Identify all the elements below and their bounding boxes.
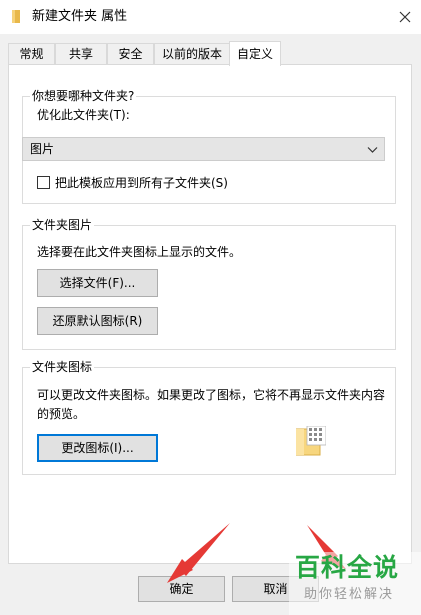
folder-icon xyxy=(12,10,20,23)
close-button[interactable] xyxy=(389,0,421,34)
ok-button[interactable]: 确定 xyxy=(138,576,225,602)
change-icon-button[interactable]: 更改图标(I)... xyxy=(37,434,158,462)
restore-default-button[interactable]: 还原默认图标(R) xyxy=(37,307,158,335)
folder-type-select[interactable]: 图片 xyxy=(22,137,385,161)
tab-general[interactable]: 常规 xyxy=(8,43,55,64)
folder-icon-description: 可以更改文件夹图标。如果更改了图标，它将不再显示文件夹内容的预览。 xyxy=(37,388,386,421)
watermark: 百科全说 助你轻松解决 xyxy=(289,552,421,615)
title-bar[interactable]: 新建文件夹 属性 xyxy=(0,0,421,34)
window-title: 新建文件夹 属性 xyxy=(32,9,128,24)
choose-file-button[interactable]: 选择文件(F)... xyxy=(37,269,158,297)
apply-subfolders-label[interactable]: 把此模板应用到所有子文件夹(S) xyxy=(55,175,228,191)
tab-customize[interactable]: 自定义 xyxy=(229,41,281,66)
close-icon xyxy=(399,11,411,23)
folder-picture-group-title: 文件夹图片 xyxy=(30,217,95,233)
folder-type-group-title: 你想要哪种文件夹? xyxy=(30,88,137,104)
tab-previous-versions[interactable]: 以前的版本 xyxy=(154,43,230,64)
apply-subfolders-checkbox[interactable] xyxy=(37,176,50,189)
tab-security[interactable]: 安全 xyxy=(107,43,154,64)
optimize-label: 优化此文件夹(T): xyxy=(37,108,130,122)
folder-type-selected: 图片 xyxy=(30,142,55,156)
folder-preview-icon xyxy=(296,426,326,456)
watermark-slogan: 助你轻松解决 xyxy=(304,587,395,602)
properties-dialog: 新建文件夹 属性 常规 共享 安全 以前的版本 自定义 你想要哪种文件夹? 优化… xyxy=(0,0,421,615)
chevron-down-icon xyxy=(367,147,378,153)
watermark-logo-text: 百科全说 xyxy=(295,553,400,582)
folder-picture-description: 选择要在此文件夹图标上显示的文件。 xyxy=(37,245,242,259)
folder-icon-group-title: 文件夹图标 xyxy=(30,359,95,375)
tab-sharing[interactable]: 共享 xyxy=(55,43,107,64)
